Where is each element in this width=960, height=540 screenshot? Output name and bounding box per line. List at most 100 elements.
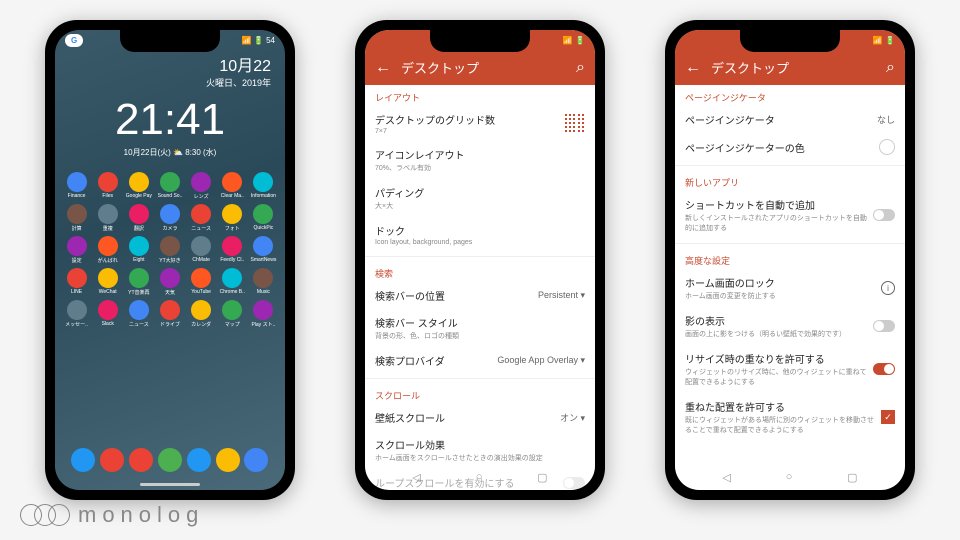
search-icon[interactable]: ⌕ — [576, 59, 585, 77]
app-icon[interactable]: 翻訳 — [125, 204, 152, 232]
nav-back-icon[interactable]: ◁ — [722, 471, 730, 484]
nav-pill[interactable] — [140, 483, 200, 486]
app-icon[interactable]: Google Pay — [125, 172, 152, 200]
dock-app[interactable] — [100, 448, 124, 472]
dock — [55, 448, 285, 472]
grid-preview-icon — [565, 114, 585, 134]
brand-text: monolog — [78, 502, 204, 528]
toggle[interactable] — [873, 320, 895, 332]
row-search-position[interactable]: 検索バーの位置Persistent ▾ — [365, 282, 595, 309]
app-icon[interactable]: SmartNews — [250, 236, 277, 264]
app-grid: FinanceFilesGoogle PaySound So..レンズClear… — [55, 166, 285, 334]
dock-app[interactable] — [216, 448, 240, 472]
header-title: デスクトップ — [711, 58, 876, 77]
app-icon[interactable]: ニュース — [188, 204, 215, 232]
app-icon[interactable]: ドライブ — [156, 300, 183, 328]
settings-screen-2: 📶 🔋 ← デスクトップ ⌕ ページインジケータ ページインジケータなし ページ… — [675, 30, 905, 490]
app-icon[interactable]: カメラ — [156, 204, 183, 232]
nav-home-icon[interactable]: ○ — [476, 471, 483, 484]
app-icon[interactable]: Slack — [94, 300, 121, 328]
app-icon[interactable]: がんばれ — [94, 236, 121, 264]
status-right: 📶 🔋 54 — [242, 36, 275, 45]
row-allow-overlap[interactable]: 重ねた配置を許可する既にウィジェットがある場所に別のウィジェットを移動させること… — [675, 393, 905, 441]
app-icon[interactable]: 重複 — [94, 204, 121, 232]
toggle[interactable] — [873, 363, 895, 375]
section-new-app: 新しいアプリ — [675, 170, 905, 191]
section-advanced: 高度な設定 — [675, 248, 905, 269]
phone-notch — [430, 30, 530, 52]
app-icon[interactable]: WeChat — [94, 268, 121, 296]
app-icon[interactable]: マップ — [219, 300, 246, 328]
app-icon[interactable]: QuickPic — [250, 204, 277, 232]
color-swatch-icon — [879, 139, 895, 155]
row-search-provider[interactable]: 検索プロバイダGoogle App Overlay ▾ — [365, 347, 595, 374]
app-icon[interactable]: Sound So.. — [156, 172, 183, 200]
home-date: 10月22 火曜日、2019年 — [55, 50, 285, 91]
settings-screen-1: 📶 🔋 ← デスクトップ ⌕ レイアウト デスクトップのグリッド数7×7 アイコ… — [365, 30, 595, 490]
app-icon[interactable]: Feedly Cl.. — [219, 236, 246, 264]
app-icon[interactable]: ニュース — [125, 300, 152, 328]
nav-recent-icon[interactable]: ▢ — [537, 471, 547, 484]
row-search-style[interactable]: 検索バー スタイル背景の形、色、ロゴの種類 — [365, 309, 595, 347]
app-icon[interactable]: Information — [250, 172, 277, 200]
phone-notch — [120, 30, 220, 52]
app-icon[interactable]: Eight — [125, 236, 152, 264]
app-icon[interactable]: Chrome B.. — [219, 268, 246, 296]
phone-notch — [740, 30, 840, 52]
row-grid-count[interactable]: デスクトップのグリッド数7×7 — [365, 106, 595, 141]
dock-app[interactable] — [244, 448, 268, 472]
home-subdate: 10月22日(火) ⛅ 8:30 (水) — [55, 147, 285, 158]
row-auto-shortcut[interactable]: ショートカットを自動で追加新しくインストールされたアプリのショートカットを自動的… — [675, 191, 905, 239]
row-indicator-color[interactable]: ページインジケーターの色 — [675, 133, 905, 161]
app-icon[interactable]: レンズ — [188, 172, 215, 200]
logo-rings-icon — [20, 504, 70, 526]
phone-settings-1: 📶 🔋 ← デスクトップ ⌕ レイアウト デスクトップのグリッド数7×7 アイコ… — [355, 20, 605, 500]
dock-app[interactable] — [71, 448, 95, 472]
settings-header: ← デスクトップ ⌕ — [365, 50, 595, 85]
dock-app[interactable] — [129, 448, 153, 472]
app-icon[interactable]: フォト — [219, 204, 246, 232]
row-icon-layout[interactable]: アイコンレイアウト70%、ラベル有効 — [365, 141, 595, 179]
app-icon[interactable]: Clear Ma.. — [219, 172, 246, 200]
app-icon[interactable]: メッセー.. — [63, 300, 90, 328]
app-icon[interactable]: Finance — [63, 172, 90, 200]
app-icon[interactable]: カレンダ — [188, 300, 215, 328]
app-icon[interactable]: 設定 — [63, 236, 90, 264]
row-wallpaper-scroll[interactable]: 壁紙スクロールオン ▾ — [365, 404, 595, 431]
row-scroll-effect[interactable]: スクロール効果ホーム画面をスクロールさせたときの演出効果の設定 — [365, 431, 595, 469]
section-page-indicator: ページインジケータ — [675, 85, 905, 106]
app-icon[interactable]: YT音楽再 — [125, 268, 152, 296]
home-screen: G 📶 🔋 54 10月22 火曜日、2019年 21:41 10月22日(火)… — [55, 30, 285, 490]
nav-back-icon[interactable]: ◁ — [412, 471, 420, 484]
row-padding[interactable]: パディング大×大 — [365, 179, 595, 217]
dock-app[interactable] — [158, 448, 182, 472]
app-icon[interactable]: YouTube — [188, 268, 215, 296]
app-icon[interactable]: YT大好き — [156, 236, 183, 264]
row-page-indicator[interactable]: ページインジケータなし — [675, 106, 905, 133]
back-icon[interactable]: ← — [685, 59, 701, 77]
row-dock[interactable]: ドックIcon layout, background, pages — [365, 217, 595, 252]
app-icon[interactable]: 天気 — [156, 268, 183, 296]
app-icon[interactable]: Music — [250, 268, 277, 296]
row-lock-home[interactable]: ホーム画面のロックホーム画面の変更を防止するi — [675, 269, 905, 307]
home-clock: 21:41 — [55, 95, 285, 145]
checkbox-icon[interactable]: ✓ — [881, 410, 895, 424]
app-icon[interactable]: 計算 — [63, 204, 90, 232]
app-icon[interactable]: Play スト.. — [250, 300, 277, 328]
app-icon[interactable]: Files — [94, 172, 121, 200]
section-search: 検索 — [365, 261, 595, 282]
app-icon[interactable]: LINE — [63, 268, 90, 296]
nav-home-icon[interactable]: ○ — [786, 471, 793, 484]
search-icon[interactable]: ⌕ — [886, 59, 895, 77]
back-icon[interactable]: ← — [375, 59, 391, 77]
nav-recent-icon[interactable]: ▢ — [847, 471, 857, 484]
row-resize-overlap[interactable]: リサイズ時の重なりを許可するウィジェットのリサイズ時に、他のウィジェットに重ねて… — [675, 345, 905, 393]
info-icon[interactable]: i — [881, 281, 895, 295]
settings-header: ← デスクトップ ⌕ — [675, 50, 905, 85]
row-shadow[interactable]: 影の表示画面の上に影をつける（明るい壁紙で効果的です） — [675, 307, 905, 345]
section-layout: レイアウト — [365, 85, 595, 106]
dock-app[interactable] — [187, 448, 211, 472]
toggle[interactable] — [873, 209, 895, 221]
app-icon[interactable]: ChMate — [188, 236, 215, 264]
google-pill[interactable]: G — [65, 34, 83, 47]
